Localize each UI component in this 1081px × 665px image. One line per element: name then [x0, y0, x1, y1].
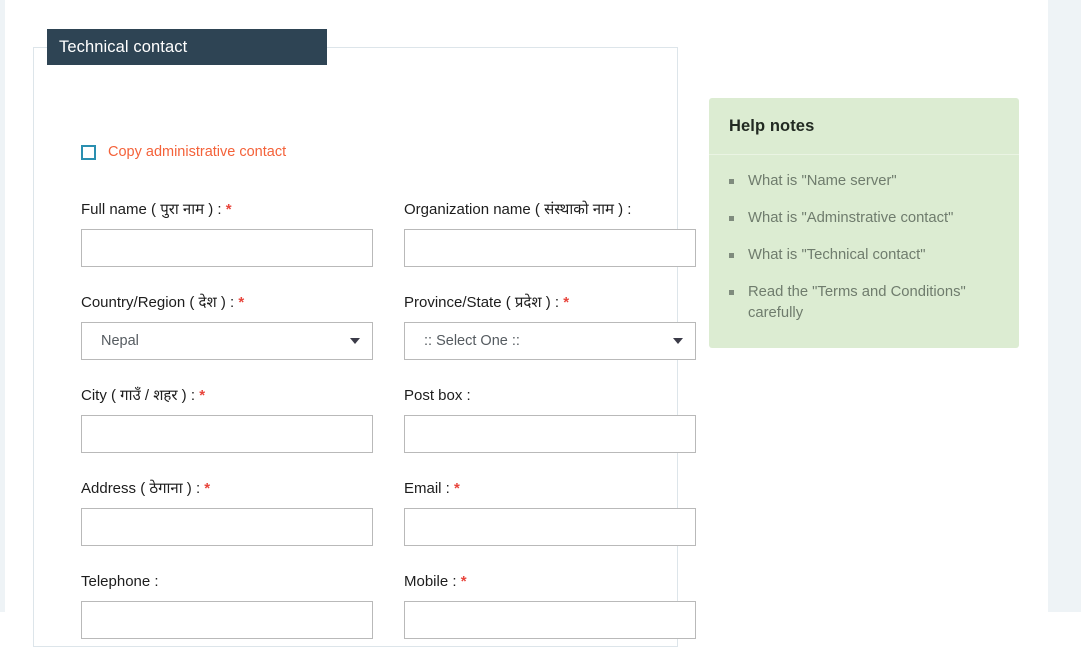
field-post-box: Post box : — [404, 386, 696, 453]
help-notes-link[interactable]: What is "Name server" — [748, 173, 897, 189]
label-text: Address ( ठेगाना ) : — [81, 480, 201, 497]
required-marker: * — [454, 480, 460, 497]
form-row-phone: Telephone : Mobile : * — [81, 572, 697, 639]
province-state-selected-value[interactable]: :: Select One :: — [404, 322, 696, 360]
copy-administrative-contact-row[interactable]: Copy administrative contact — [81, 144, 286, 160]
field-label-post-box: Post box : — [404, 386, 696, 406]
label-text: City ( गाउँ / शहर ) : — [81, 387, 196, 404]
contact-form-fields: Full name ( पुरा नाम ) : * Organization … — [81, 200, 697, 665]
field-label-country-region: Country/Region ( देश ) : * — [81, 293, 373, 313]
field-label-mobile: Mobile : * — [404, 572, 696, 592]
page-edge-strip-right — [1048, 0, 1081, 612]
page-root: Copy administrative contact Full name ( … — [0, 0, 1081, 647]
label-text: Full name ( पुरा नाम ) : — [81, 201, 222, 218]
field-full-name: Full name ( पुरा नाम ) : * — [81, 200, 373, 267]
form-row-location: Country/Region ( देश ) : * Nepal Provinc… — [81, 293, 697, 360]
organization-name-input[interactable] — [404, 229, 696, 267]
field-telephone: Telephone : — [81, 572, 373, 639]
chevron-down-icon — [350, 338, 360, 344]
field-label-address: Address ( ठेगाना ) : * — [81, 479, 373, 499]
post-box-input[interactable] — [404, 415, 696, 453]
telephone-input[interactable] — [81, 601, 373, 639]
field-address: Address ( ठेगाना ) : * — [81, 479, 373, 546]
help-notes-item[interactable]: What is "Name server" — [729, 171, 997, 192]
label-text: Organization name ( संस्थाको नाम ) : — [404, 201, 632, 218]
bullet-icon — [729, 253, 734, 258]
help-notes-panel: Help notes What is "Name server" What is… — [709, 98, 1019, 348]
field-email: Email : * — [404, 479, 696, 546]
label-text: Country/Region ( देश ) : — [81, 294, 235, 311]
country-region-select[interactable]: Nepal — [81, 322, 373, 360]
label-text: Post box : — [404, 387, 471, 404]
mobile-input[interactable] — [404, 601, 696, 639]
full-name-input[interactable] — [81, 229, 373, 267]
field-organization-name: Organization name ( संस्थाको नाम ) : — [404, 200, 696, 267]
form-row-city: City ( गाउँ / शहर ) : * Post box : — [81, 386, 697, 453]
required-marker: * — [199, 387, 206, 404]
field-label-city: City ( गाउँ / शहर ) : * — [81, 386, 373, 406]
label-text: Mobile : — [404, 573, 457, 590]
help-notes-item[interactable]: What is "Adminstrative contact" — [729, 208, 997, 229]
city-input[interactable] — [81, 415, 373, 453]
help-notes-header: Help notes — [709, 98, 1019, 155]
label-text: Email : — [404, 480, 450, 497]
form-row-name: Full name ( पुरा नाम ) : * Organization … — [81, 200, 697, 267]
bullet-icon — [729, 290, 734, 295]
required-marker: * — [238, 294, 245, 311]
label-text: Telephone : — [81, 573, 159, 590]
help-notes-item[interactable]: What is "Technical contact" — [729, 245, 997, 266]
address-input[interactable] — [81, 508, 373, 546]
province-state-select[interactable]: :: Select One :: — [404, 322, 696, 360]
help-notes-link[interactable]: Read the "Terms and Conditions" carefull… — [748, 284, 966, 321]
required-marker: * — [225, 201, 232, 218]
email-input[interactable] — [404, 508, 696, 546]
required-marker: * — [460, 573, 467, 590]
field-province-state: Province/State ( प्रदेश ) : * :: Select … — [404, 293, 696, 360]
form-row-address: Address ( ठेगाना ) : * Email : * — [81, 479, 697, 546]
field-mobile: Mobile : * — [404, 572, 696, 639]
field-label-full-name: Full name ( पुरा नाम ) : * — [81, 200, 373, 220]
required-marker: * — [563, 294, 570, 311]
field-country-region: Country/Region ( देश ) : * Nepal — [81, 293, 373, 360]
copy-administrative-contact-label[interactable]: Copy administrative contact — [108, 144, 286, 160]
page-edge-strip-left — [0, 0, 5, 612]
copy-administrative-contact-checkbox[interactable] — [81, 144, 96, 160]
chevron-down-icon — [673, 338, 683, 344]
bullet-icon — [729, 179, 734, 184]
help-notes-list: What is "Name server" What is "Adminstra… — [709, 155, 1019, 348]
technical-contact-card: Copy administrative contact Full name ( … — [33, 47, 696, 647]
country-region-selected-value[interactable]: Nepal — [81, 322, 373, 360]
field-label-telephone: Telephone : — [81, 572, 373, 592]
required-marker: * — [204, 480, 211, 497]
field-label-province-state: Province/State ( प्रदेश ) : * — [404, 293, 696, 313]
bullet-icon — [729, 216, 734, 221]
field-city: City ( गाउँ / शहर ) : * — [81, 386, 373, 453]
help-notes-title: Help notes — [729, 117, 815, 135]
help-notes-item[interactable]: Read the "Terms and Conditions" carefull… — [729, 282, 997, 324]
field-label-email: Email : * — [404, 479, 696, 499]
card-tab-technical-contact[interactable]: Technical contact — [47, 29, 327, 65]
help-notes-link[interactable]: What is "Adminstrative contact" — [748, 210, 953, 226]
label-text: Province/State ( प्रदेश ) : — [404, 294, 560, 311]
help-notes-link[interactable]: What is "Technical contact" — [748, 247, 925, 263]
field-label-organization-name: Organization name ( संस्थाको नाम ) : — [404, 200, 696, 220]
